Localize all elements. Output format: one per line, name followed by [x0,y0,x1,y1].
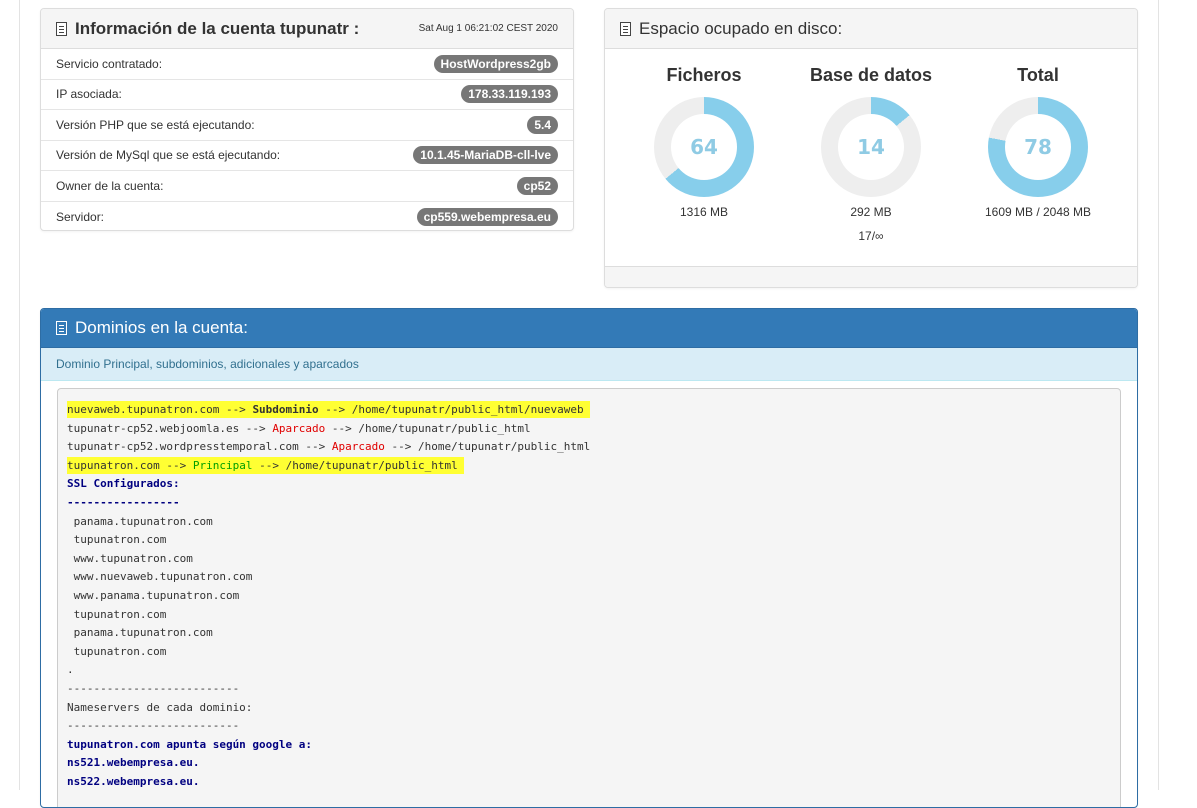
disk-usage-heading: Espacio ocupado en disco: [605,9,1137,49]
domain-line: tupunatr-cp52.wordpresstemporal.com --> … [67,438,1111,457]
domain-path: --> /home/tupunatr/public_html [252,458,458,472]
gauge-database: Base de datos 14 292 MB 17/∞ [791,65,951,243]
info-label: Owner de la cuenta: [56,178,164,193]
separator: -------------------------- [67,719,240,733]
domain-type-primary: Principal [192,458,253,472]
domains-output: nuevaweb.tupunatron.com --> Subdominio -… [57,388,1121,807]
ns-domain: tupunatron.com apunta según google a: [67,737,313,751]
info-badge: 178.33.119.193 [461,85,558,104]
ssl-domain: tupunatron.com [67,607,167,621]
domain-text: tupunatr-cp52.wordpresstemporal.com --> [67,440,332,454]
dot-line: . [67,663,74,677]
account-info-panel: Información de la cuenta tupunatr : Sat … [40,8,574,231]
domain-line: nuevaweb.tupunatron.com --> Subdominio -… [67,401,1111,420]
highlight: tupunatron.com --> Principal --> /home/t… [67,456,464,474]
gauge-value: 64 [690,135,718,159]
gauge-value: 14 [857,135,885,159]
gauge-title: Base de datos [809,65,933,85]
domains-title: Dominios en la cuenta: [56,318,248,338]
document-icon [620,21,631,36]
gauge-title: Total [1017,65,1059,85]
nameserver: ns521.webempresa.eu. [67,756,200,770]
account-info-heading: Información de la cuenta tupunatr : Sat … [41,9,573,49]
domain-type-parked: Aparcado [331,440,385,454]
donut-gauge: 64 [654,97,754,197]
account-info-title: Información de la cuenta tupunatr : [56,19,359,39]
document-icon [56,321,67,335]
domains-subtitle: Dominio Principal, subdominios, adiciona… [41,348,1137,381]
info-row-php: Versión PHP que se está ejecutando: 5.4 [41,110,573,141]
ssl-domain: tupunatron.com [67,644,167,658]
domain-type-parked: Aparcado [272,421,326,435]
info-row-owner: Owner de la cuenta: cp52 [41,171,573,202]
domain-text: tupunatr-cp52.webjoomla.es --> [67,421,273,435]
document-icon [56,21,67,36]
info-label: Versión de MySql que se está ejecutando: [56,148,281,163]
domain-type-subdomain: Subdominio [252,403,319,416]
gauge-size: 292 MB [850,205,892,219]
domains-title-text: Dominios en la cuenta: [75,318,248,337]
ssl-domain: panama.tupunatron.com [67,626,213,640]
disk-usage-panel: Espacio ocupado en disco: Ficheros 64 13… [604,8,1138,288]
donut-gauge: 78 [988,97,1088,197]
gauge-total: Total 78 1609 MB / 2048 MB [958,65,1118,219]
ssl-domain: www.panama.tupunatron.com [67,588,240,602]
account-info-title-text: Información de la cuenta tupunatr : [75,18,360,38]
gauge-size: 1316 MB [679,205,729,219]
domains-heading: Dominios en la cuenta: [41,309,1137,348]
info-label: Servidor: [56,209,105,224]
disk-usage-footer [605,266,1137,287]
domain-path: --> /home/tupunatr/public_html/nuevaweb [318,403,584,416]
info-label: Servicio contratado: [56,56,163,71]
ssl-domain: www.nuevaweb.tupunatron.com [67,570,253,584]
info-badge: 5.4 [527,115,558,134]
gauge-size: 1609 MB / 2048 MB [984,205,1092,219]
gauge-title: Ficheros [666,65,742,85]
ssl-domain: tupunatron.com [67,533,167,547]
ssl-header: SSL Configurados: [67,477,180,491]
server-date: Sat Aug 1 06:21:02 CEST 2020 [418,23,558,34]
info-row-service: Servicio contratado: HostWordpress2gb [41,49,573,80]
ssl-domain: www.tupunatron.com [67,551,193,565]
ssl-domain: panama.tupunatron.com [67,514,213,528]
info-row-ip: IP asociada: 178.33.119.193 [41,80,573,110]
separator: ----------------- [67,495,180,509]
gauge-db-count: 17/∞ [858,229,884,243]
nameservers-header: Nameservers de cada dominio: [67,700,253,714]
info-row-server: Servidor: cp559.webempresa.eu [41,202,573,231]
nameserver: ns522.webempresa.eu. [67,774,200,788]
gauge-files: Ficheros 64 1316 MB [624,65,784,219]
disk-usage-body: Ficheros 64 1316 MB Base de datos 14 292… [605,49,1137,268]
highlight: nuevaweb.tupunatron.com --> Subdominio -… [67,401,590,418]
info-label: IP asociada: [56,87,122,102]
info-badge: cp52 [516,176,558,195]
info-badge: cp559.webempresa.eu [416,207,558,226]
domain-line: tupunatron.com --> Principal --> /home/t… [67,456,1111,476]
separator: -------------------------- [67,681,240,695]
info-badge: 10.1.45-MariaDB-cll-lve [413,146,558,165]
info-row-mysql: Versión de MySql que se está ejecutando:… [41,141,573,171]
account-info-list: Servicio contratado: HostWordpress2gb IP… [41,49,573,231]
domain-text: nuevaweb.tupunatron.com --> [67,403,253,416]
info-badge: HostWordpress2gb [433,54,558,73]
info-label: Versión PHP que se está ejecutando: [56,117,255,132]
domain-line: tupunatr-cp52.webjoomla.es --> Aparcado … [67,420,1111,439]
domain-path: --> /home/tupunatr/public_html [384,440,591,454]
donut-gauge: 14 [821,97,921,197]
disk-usage-title-text: Espacio ocupado en disco: [639,18,843,38]
disk-usage-title: Espacio ocupado en disco: [620,19,842,39]
gauge-value: 78 [1024,135,1052,159]
domain-text: tupunatron.com --> [67,458,193,472]
domain-path: --> /home/tupunatr/public_html [325,421,531,435]
domains-panel: Dominios en la cuenta: Dominio Principal… [40,308,1138,808]
